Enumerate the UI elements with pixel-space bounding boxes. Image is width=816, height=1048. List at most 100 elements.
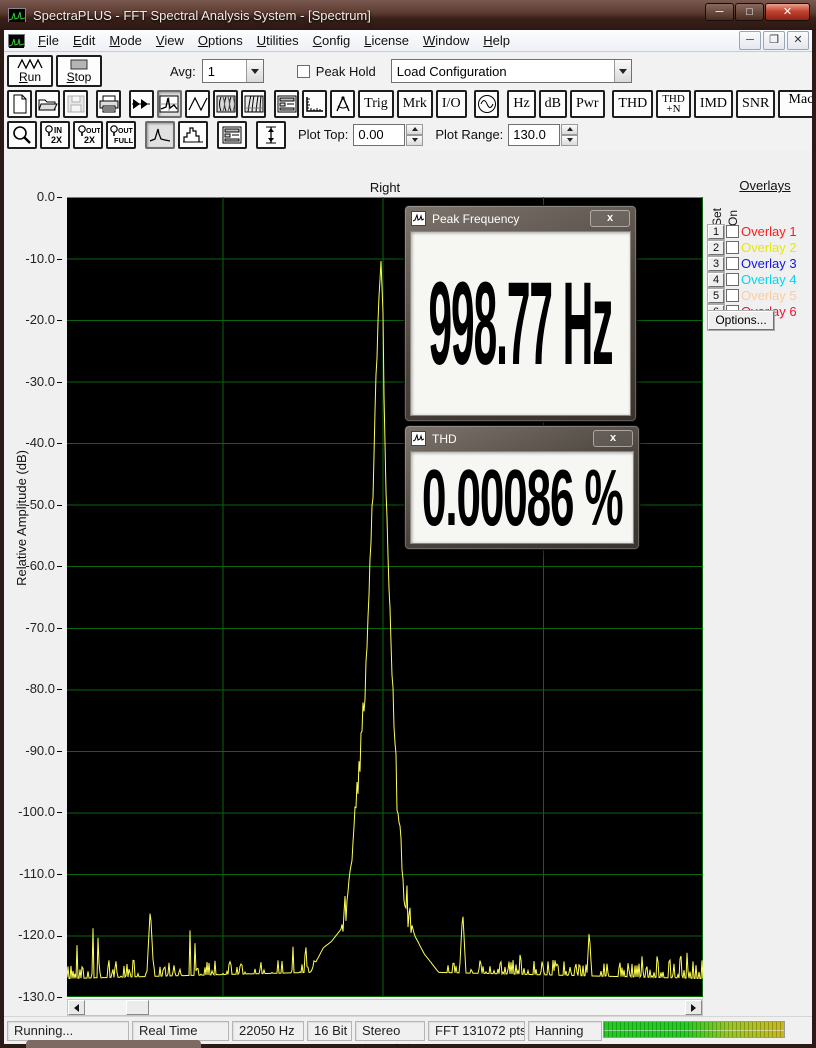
plot-range-spinner[interactable] [561,123,579,146]
menu-item-help[interactable]: Help [476,31,517,50]
y-tick-label: -120.0 [4,927,62,942]
zoom-out-full-button[interactable]: OUT FULL [106,120,136,149]
hz-units-button[interactable]: Hz [507,90,536,118]
signal-generator-button[interactable] [474,90,500,118]
overlay-set-button-2[interactable]: 2 [708,240,724,255]
close-button[interactable]: ✕ [765,3,810,21]
menu-item-options[interactable]: Options [191,31,250,50]
overlay-on-checkbox-5[interactable] [726,289,739,302]
plot-top-input[interactable]: 0.00 [353,123,406,146]
narrowband-mode-button[interactable] [145,120,175,149]
thd-value: 0.00086 % [421,452,624,542]
thd-button[interactable]: THD [612,90,654,118]
menu-item-license[interactable]: License [357,31,416,50]
mdi-minimize-button[interactable]: ─ [739,31,761,50]
scrollbar-thumb[interactable] [126,1000,149,1015]
menu-item-view[interactable]: View [149,31,191,50]
menu-item-window[interactable]: Window [416,31,476,50]
zoom-out-text-2: 2X [84,135,95,145]
spectrum-plot-icon [159,95,179,113]
run-button[interactable]: Run [7,55,53,87]
scaling-button[interactable] [302,90,328,118]
avg-dropdown-arrow[interactable] [245,60,263,82]
print-button[interactable] [96,90,122,118]
scroll-right-button[interactable] [685,1000,702,1015]
save-button[interactable] [63,90,89,118]
overlay-set-button-4[interactable]: 4 [708,272,724,287]
overlay-set-button-1[interactable]: 1 [708,224,724,239]
waveform-icon [187,96,208,112]
maximize-button[interactable]: □ [735,3,764,21]
overlay-on-checkbox-2[interactable] [726,241,739,254]
save-floppy-icon [67,95,85,113]
plot-options-button[interactable] [217,120,247,149]
pwr-label: Pwr [576,96,599,111]
spectrum-view-button[interactable] [156,90,182,118]
macro-button[interactable]: Mac [778,90,812,118]
macro-label: Mac [788,92,812,107]
thd-close-button[interactable]: x [593,430,633,447]
overlay-on-checkbox-1[interactable] [726,225,739,238]
marker-button[interactable]: Mrk [396,90,433,118]
window-title: SpectraPLUS - FFT Spectral Analysis Syst… [33,7,371,23]
thd-label: THD [618,96,648,111]
plot-top-spinner[interactable] [406,123,424,146]
y-tick-label: -130.0 [4,989,62,1004]
avg-dropdown[interactable]: 1 [201,59,264,83]
snr-button[interactable]: SNR [736,90,776,118]
power-units-button[interactable]: Pwr [570,90,605,118]
frequency-scrollbar[interactable] [67,999,703,1016]
overlays-options-button[interactable]: Options... [708,311,774,330]
time-series-view-button[interactable] [185,90,211,118]
spectrogram-view-button[interactable] [241,90,267,118]
waterfall-view-button[interactable] [213,90,239,118]
menu-item-file[interactable]: File [31,31,66,50]
post-process-button[interactable] [128,90,154,118]
menu-item-edit[interactable]: Edit [66,31,102,50]
menu-item-utilities[interactable]: Utilities [250,31,306,50]
load-configuration-arrow[interactable] [613,60,631,82]
thd-titlebar[interactable]: THD x [405,426,639,451]
load-configuration-dropdown[interactable]: Load Configuration [390,59,632,83]
overlays-set-label: Set [710,207,724,226]
peak-frequency-title: Peak Frequency [432,211,520,226]
display-options-button[interactable] [274,90,300,118]
title-bar[interactable]: SpectraPLUS - FFT Spectral Analysis Syst… [0,0,816,30]
overlay-on-checkbox-4[interactable] [726,273,739,286]
minimize-button[interactable]: ─ [705,3,734,21]
mdi-close-button[interactable]: ✕ [787,31,809,50]
thdn-button[interactable]: THD +N [656,90,691,118]
overlay-set-button-3[interactable]: 3 [708,256,724,271]
peak-frequency-window[interactable]: Peak Frequency x 998.77 Hz [404,205,637,422]
vertical-scale-button[interactable] [256,120,286,149]
stop-button[interactable]: Stop [56,55,102,87]
scroll-left-button[interactable] [68,1000,85,1015]
new-file-button[interactable] [7,90,33,118]
plot-range-input[interactable]: 130.0 [508,123,561,146]
mdi-restore-button[interactable]: ❐ [763,31,785,50]
trigger-button[interactable]: Trig [358,90,394,118]
octave-mode-button[interactable] [178,120,208,149]
zoom-in-2x-button[interactable]: IN 2X [40,120,70,149]
open-file-button[interactable] [35,90,61,118]
peak-frequency-close-button[interactable]: x [590,210,630,227]
zoom-out-2x-button[interactable]: OUT 2X [73,120,103,149]
peak-hold-checkbox[interactable] [296,64,310,78]
menu-item-mode[interactable]: Mode [102,31,149,50]
thdn-label-2: +N [666,103,681,115]
ruler-icon [305,97,323,112]
thd-window[interactable]: THD x 0.00086 % [404,425,640,550]
fast-forward-icon [132,99,151,109]
menu-item-config[interactable]: Config [306,31,358,50]
peak-frequency-titlebar[interactable]: Peak Frequency x [405,206,636,231]
zoom-tool-button[interactable] [7,120,37,149]
overlay-set-button-5[interactable]: 5 [708,288,724,303]
io-device-button[interactable]: I/O [435,90,467,118]
db-units-button[interactable]: dB [538,90,567,118]
calibration-button[interactable] [330,90,356,118]
status-field: Stereo [355,1020,425,1041]
imd-button[interactable]: IMD [693,90,734,118]
status-field: Running... [7,1020,129,1041]
overlay-on-checkbox-3[interactable] [726,257,739,270]
overlays-panel: Overlays Set On 1 Overlay 1 2 Overlay 2 3 Ove… [706,178,812,330]
